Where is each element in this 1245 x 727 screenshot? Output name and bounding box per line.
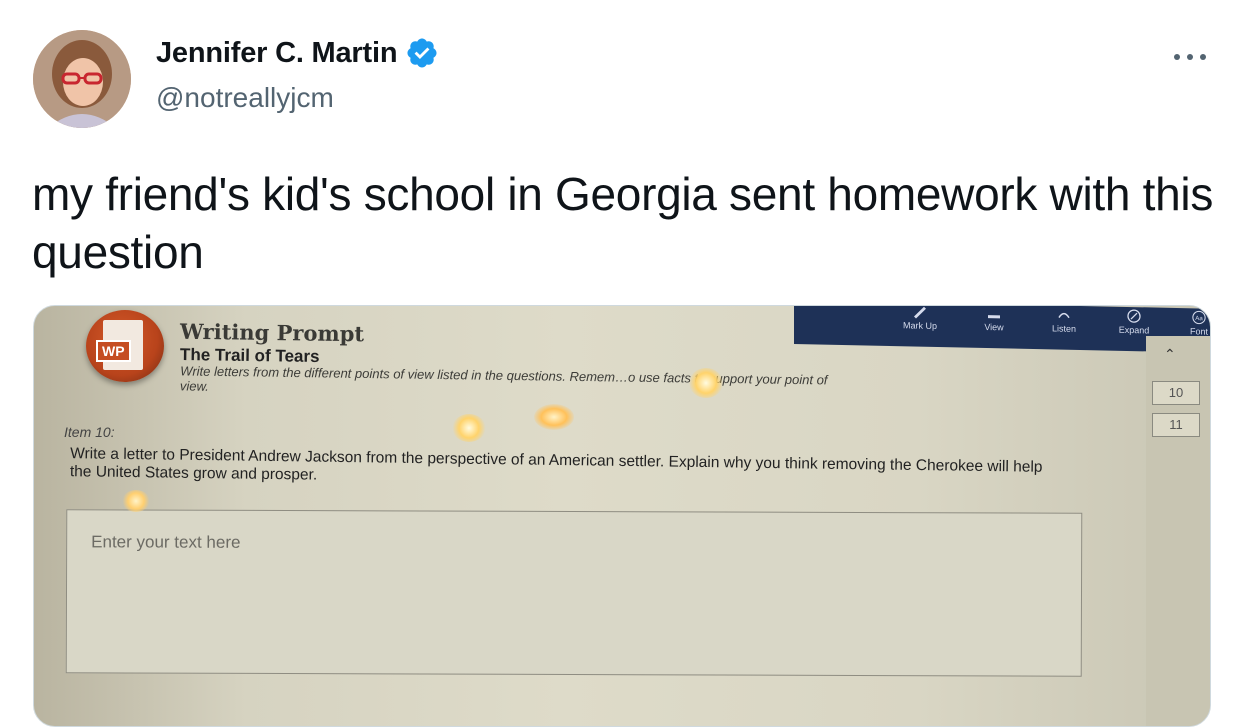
expand-icon: [1127, 309, 1141, 323]
avatar-photo: [33, 30, 131, 128]
author-avatar[interactable]: [33, 30, 131, 128]
font-tool: Aa Font: [1169, 310, 1210, 337]
answer-text-area: Enter your text here: [65, 509, 1083, 677]
expand-tool: Expand: [1104, 308, 1164, 335]
pencil-icon: [914, 306, 926, 319]
page-number-box: 10: [1152, 381, 1200, 405]
listen-icon: [1058, 312, 1070, 319]
view-label: View: [984, 321, 1004, 333]
dot-icon: [1187, 54, 1193, 60]
tweet-photo[interactable]: Mark Up View Listen Expand Aa Font ⌃ 10 …: [33, 305, 1211, 727]
answer-placeholder: Enter your text here: [91, 532, 241, 552]
listen-label: Listen: [1051, 323, 1077, 334]
view-tool: View: [964, 306, 1024, 333]
more-options-button[interactable]: [1172, 42, 1208, 70]
prompt-title: Writing Prompt: [179, 318, 365, 347]
writing-prompt-logo: WP: [86, 310, 164, 382]
wp-logo-text: WP: [96, 340, 131, 362]
chevron-up-icon: ⌃: [1164, 346, 1176, 362]
author-handle[interactable]: @notreallyjcm: [156, 82, 334, 114]
dot-icon: [1200, 54, 1206, 60]
item-label: Item 10:: [64, 424, 115, 440]
markup-tool: Mark Up: [890, 306, 950, 331]
dot-icon: [1174, 54, 1180, 60]
tweet-text: my friend's kid's school in Georgia sent…: [32, 168, 1214, 278]
listen-tool: Listen: [1034, 307, 1094, 334]
markup-label: Mark Up: [902, 320, 937, 331]
verified-badge-icon: [407, 38, 437, 68]
view-icon: [988, 315, 1000, 319]
font-icon-text: Aa: [1195, 315, 1203, 322]
expand-label: Expand: [1118, 324, 1150, 336]
page-number-box: 11: [1152, 413, 1200, 437]
font-icon: Aa: [1192, 310, 1206, 325]
author-name[interactable]: Jennifer C. Martin: [156, 37, 398, 70]
